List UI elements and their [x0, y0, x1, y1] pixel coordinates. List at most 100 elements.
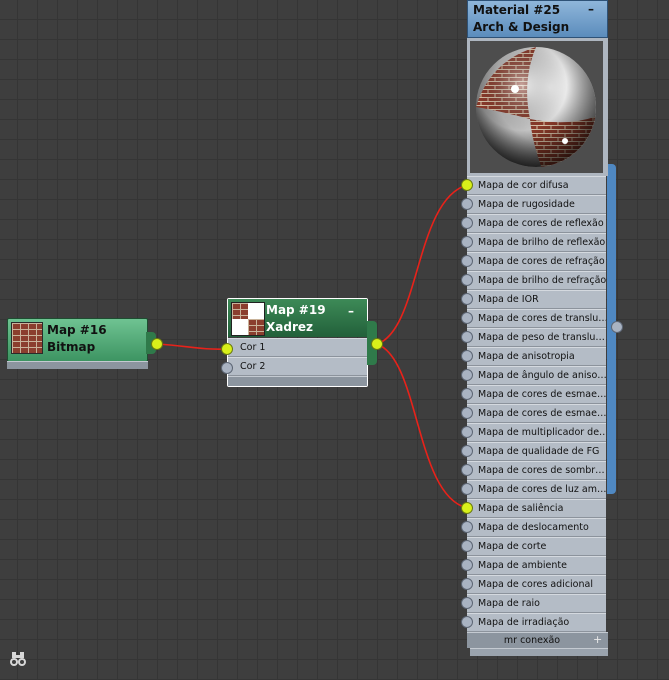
material-slot-row[interactable]: Mapa de ambiente [467, 556, 606, 575]
material-input-port[interactable] [461, 540, 473, 552]
material-slot-label: Mapa de deslocamento [478, 522, 589, 533]
material-slot-row[interactable]: Mapa de raio [467, 594, 606, 613]
bitmap-node-type: Bitmap [47, 340, 96, 354]
material-slot-label: Mapa de qualidade de FG [478, 446, 600, 457]
material-slot-label: Mapa de brilho de refração [478, 275, 606, 286]
node-editor-canvas[interactable]: Map #16 Bitmap Map #19 Xadrez – Cor 1 Co… [0, 0, 669, 680]
checker-slot-cor1[interactable]: Cor 1 [228, 338, 367, 357]
material-slot-label: Mapa de anisotropia [478, 351, 575, 362]
material-slot-row[interactable]: Mapa de cores de luz am… [467, 480, 606, 499]
material-input-port[interactable] [461, 445, 473, 457]
material-input-port[interactable] [461, 559, 473, 571]
material-slot-row[interactable]: Mapa de cores de esmae… [467, 385, 606, 404]
material-slot-label: Mapa de cores de esmae… [478, 389, 606, 400]
binoculars-icon[interactable] [9, 651, 27, 667]
material-slot-label: Mapa de multiplicador de… [478, 427, 606, 438]
material-input-port[interactable] [461, 198, 473, 210]
material-input-port[interactable] [461, 502, 473, 514]
material-slot-row[interactable]: Mapa de cores de reflexão [467, 214, 606, 233]
material-slot-row[interactable]: Mapa de saliência [467, 499, 606, 518]
material-slot-row[interactable]: Mapa de corte [467, 537, 606, 556]
bitmap-node[interactable]: Map #16 Bitmap [7, 318, 163, 370]
material-input-port[interactable] [461, 597, 473, 609]
material-slot-row[interactable]: Mapa de cores de translu… [467, 309, 606, 328]
wire-bitmap-to-cor1 [156, 343, 228, 350]
material-input-port[interactable] [461, 521, 473, 533]
material-slot-row[interactable]: Mapa de cor difusa [467, 176, 606, 195]
material-slot-row[interactable]: Mapa de anisotropia [467, 347, 606, 366]
material-slot-label: Mapa de ambiente [478, 560, 567, 571]
material-slot-row[interactable]: Mapa de peso de translu… [467, 328, 606, 347]
material-node-shadow [470, 648, 608, 656]
material-slot-row[interactable]: Mapa de IOR [467, 290, 606, 309]
material-slot-row[interactable]: Mapa de cores adicional [467, 575, 606, 594]
wire-checker-to-diffuse [376, 184, 468, 345]
material-slot-row[interactable]: Mapa de rugosidade [467, 195, 606, 214]
bitmap-thumbnail-icon [11, 322, 43, 354]
material-slot-row[interactable]: Mapa de ângulo de aniso… [467, 366, 606, 385]
material-slot-row[interactable]: Mapa de cores de esmae… [467, 404, 606, 423]
checker-thumbnail-icon [231, 302, 265, 336]
material-input-port[interactable] [461, 388, 473, 400]
checker-slot-label: Cor 2 [240, 361, 266, 372]
material-expand-icon[interactable]: + [593, 633, 602, 647]
checker-collapse-button[interactable]: – [348, 305, 354, 317]
material-input-port[interactable] [461, 464, 473, 476]
material-output-port[interactable] [611, 321, 623, 333]
material-input-port[interactable] [461, 407, 473, 419]
bitmap-node-footer [7, 361, 148, 369]
material-slot-label: Mapa de cores de refração [478, 256, 605, 267]
material-slot-label: Mapa de cores adicional [478, 579, 593, 590]
checker-input-port-cor2[interactable] [221, 362, 233, 374]
material-input-port[interactable] [461, 274, 473, 286]
material-slot-row[interactable]: Mapa de deslocamento [467, 518, 606, 537]
material-slot-row[interactable]: Mapa de brilho de reflexão [467, 233, 606, 252]
material-slot-row[interactable]: Mapa de cores de refração [467, 252, 606, 271]
material-slot-row[interactable]: Mapa de multiplicador de… [467, 423, 606, 442]
material-input-port[interactable] [461, 578, 473, 590]
material-input-port[interactable] [461, 179, 473, 191]
material-node-name: Material #25 [473, 3, 561, 17]
material-slot-row[interactable]: Mapa de qualidade de FG [467, 442, 606, 461]
material-slot-label: Mapa de IOR [478, 294, 539, 305]
material-slot-row[interactable]: Mapa de irradiação [467, 613, 606, 632]
material-slot-row[interactable]: Mapa de cores de sombr… [467, 461, 606, 480]
material-input-port[interactable] [461, 426, 473, 438]
bitmap-output-port[interactable] [151, 338, 163, 350]
material-input-port[interactable] [461, 312, 473, 324]
material-input-port[interactable] [461, 255, 473, 267]
checker-node[interactable]: Map #19 Xadrez – Cor 1 Cor 2 [221, 298, 383, 388]
material-slot-label: Mapa de cores de sombr… [478, 465, 605, 476]
material-input-port[interactable] [461, 350, 473, 362]
material-slot-label: Mapa de raio [478, 598, 540, 609]
material-slot-label: Mapa de corte [478, 541, 547, 552]
checker-slot-cor2[interactable]: Cor 2 [228, 357, 367, 376]
material-slot-row[interactable]: Mapa de brilho de refração [467, 271, 606, 290]
checker-slot-label: Cor 1 [240, 342, 266, 353]
material-slot-label: Mapa de cores de reflexão [478, 218, 604, 229]
material-node-footer[interactable]: mr conexão + [467, 632, 608, 648]
checker-node-type: Xadrez [266, 320, 313, 334]
checker-input-port-cor1[interactable] [221, 343, 233, 355]
material-input-port[interactable] [461, 331, 473, 343]
checker-node-footer [228, 376, 367, 386]
material-slot-label: Mapa de cor difusa [478, 180, 569, 191]
material-slot-label: Mapa de irradiação [478, 617, 570, 628]
material-node-type: Arch & Design [473, 20, 570, 34]
material-input-port[interactable] [461, 217, 473, 229]
material-slot-label: Mapa de brilho de reflexão [478, 237, 606, 248]
material-input-port[interactable] [461, 369, 473, 381]
material-collapse-button[interactable]: – [588, 3, 594, 15]
material-node[interactable]: Material #25 Arch & Design – Mapa de cor… [461, 0, 623, 660]
bitmap-node-name: Map #16 [47, 323, 107, 337]
material-input-port[interactable] [461, 483, 473, 495]
material-input-port[interactable] [461, 293, 473, 305]
material-slot-label: Mapa de ângulo de aniso… [478, 370, 606, 381]
wire-checker-to-bump [376, 343, 468, 509]
material-input-port[interactable] [461, 236, 473, 248]
material-slot-label: Mapa de rugosidade [478, 199, 575, 210]
material-footer-label: mr conexão [503, 635, 561, 646]
material-input-port[interactable] [461, 616, 473, 628]
material-slot-label: Mapa de saliência [478, 503, 564, 514]
checker-output-port[interactable] [371, 338, 383, 350]
